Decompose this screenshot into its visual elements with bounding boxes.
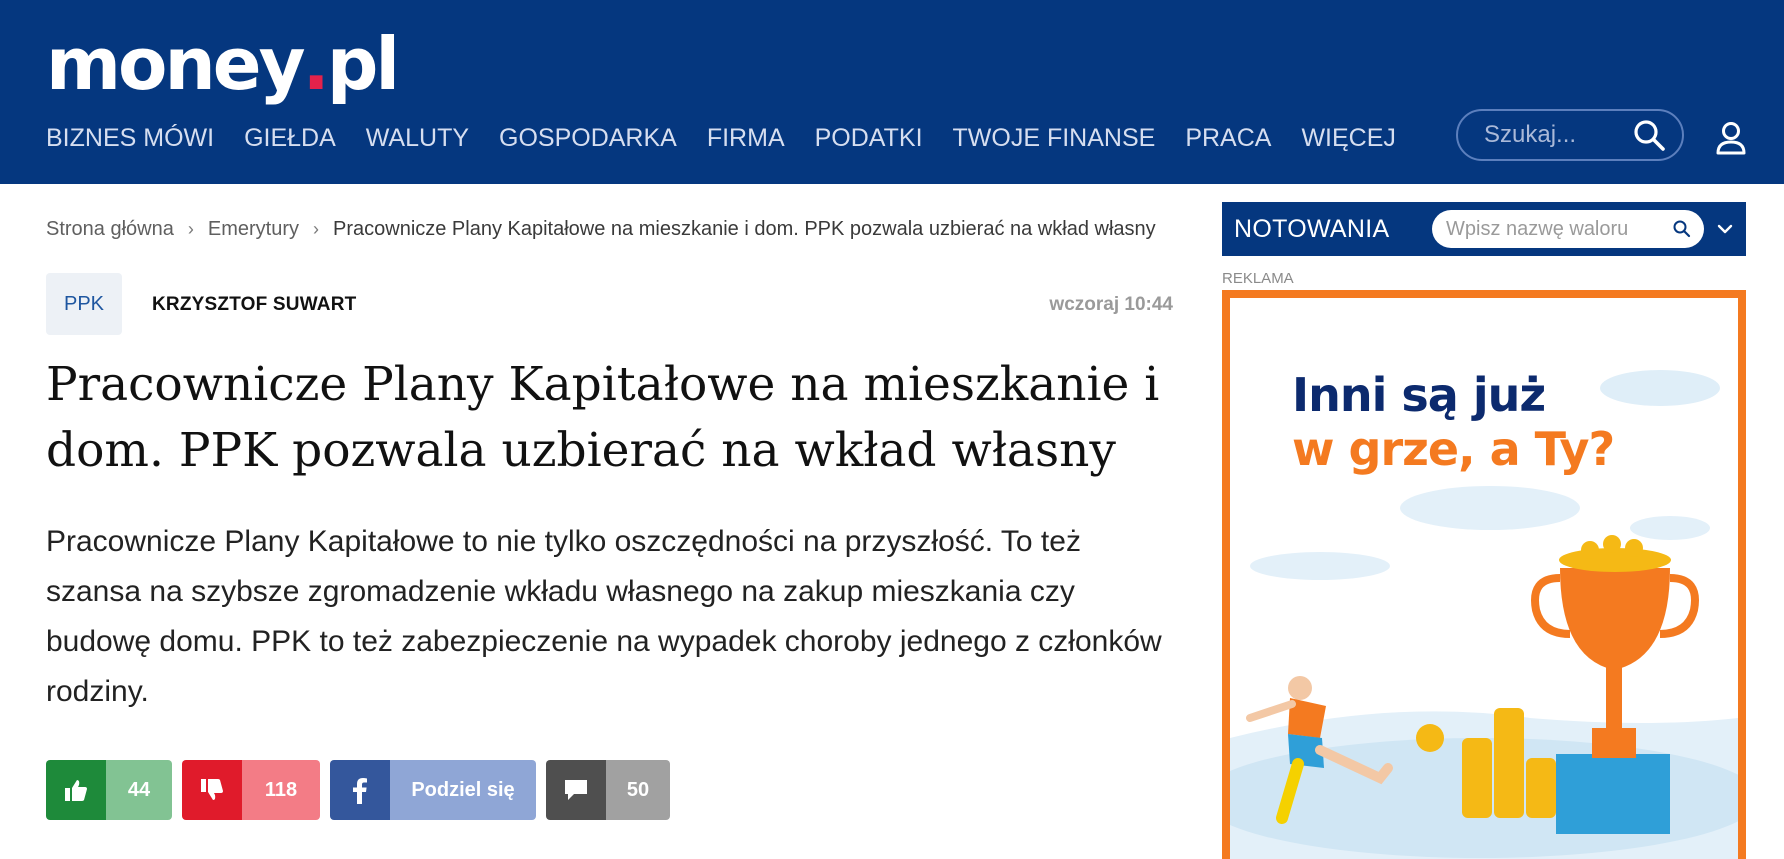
- article-tag[interactable]: PPK: [46, 273, 122, 335]
- nav-item-gielda[interactable]: GIEŁDA: [244, 124, 336, 153]
- share-label: Podziel się: [390, 760, 536, 820]
- search-placeholder: Szukaj...: [1484, 121, 1577, 148]
- quotes-search-input[interactable]: Wpisz nazwę waloru: [1432, 210, 1704, 248]
- user-icon[interactable]: [1715, 121, 1747, 155]
- quotes-title: NOTOWANIA: [1234, 214, 1390, 243]
- nav-item-gospodarka[interactable]: GOSPODARKA: [499, 124, 677, 153]
- search-icon[interactable]: [1632, 118, 1666, 152]
- share-button[interactable]: Podziel się: [330, 760, 536, 820]
- breadcrumb-section[interactable]: Emerytury: [208, 218, 299, 241]
- quotes-placeholder: Wpisz nazwę waloru: [1446, 217, 1629, 240]
- nav-item-podatki[interactable]: PODATKI: [815, 124, 923, 153]
- breadcrumb: Strona główna › Emerytury › Pracownicze …: [46, 218, 1166, 241]
- nav-item-praca[interactable]: PRACA: [1185, 124, 1271, 153]
- article-title: Pracownicze Plany Kapitałowe na mieszkan…: [46, 357, 1160, 478]
- nav-item-twoje-finanse[interactable]: TWOJE FINANSE: [953, 124, 1156, 153]
- article-date: wczoraj 10:44: [1049, 294, 1173, 315]
- article-author[interactable]: KRZYSZTOF SUWART: [152, 294, 356, 316]
- nav-item-firma[interactable]: FIRMA: [707, 124, 785, 153]
- logo-tld: pl: [326, 22, 400, 106]
- quotes-widget: NOTOWANIA Wpisz nazwę waloru: [1222, 202, 1746, 256]
- nav-item-wiecej[interactable]: WIĘCEJ: [1301, 124, 1395, 153]
- nav-item-waluty[interactable]: WALUTY: [366, 124, 469, 153]
- like-button[interactable]: 44: [46, 760, 172, 820]
- breadcrumb-home[interactable]: Strona główna: [46, 218, 174, 241]
- search-icon[interactable]: [1672, 219, 1692, 239]
- facebook-icon: [330, 760, 390, 820]
- thumbs-up-icon: [46, 760, 106, 820]
- article-actions: 44 118 Podziel się 50: [46, 760, 670, 820]
- logo-text: money: [46, 22, 306, 106]
- search-input[interactable]: Szukaj...: [1456, 109, 1684, 161]
- advertisement-banner[interactable]: Inni są już w grze, a Ty?: [1222, 290, 1746, 859]
- dislike-button[interactable]: 118: [182, 760, 320, 820]
- chevron-right-icon: ›: [187, 219, 194, 239]
- comment-count: 50: [606, 760, 670, 820]
- comments-button[interactable]: 50: [546, 760, 670, 820]
- main-nav: BIZNES MÓWI GIEŁDA WALUTY GOSPODARKA FIR…: [46, 124, 1426, 153]
- dislike-count: 118: [242, 760, 320, 820]
- logo-dot: .: [302, 22, 330, 106]
- ad-headline-line1: Inni są już: [1292, 368, 1546, 422]
- nav-item-biznes-mowi[interactable]: BIZNES MÓWI: [46, 124, 214, 153]
- ad-label: REKLAMA: [1222, 270, 1294, 287]
- breadcrumb-current: Pracownicze Plany Kapitałowe na mieszkan…: [333, 218, 1156, 240]
- chevron-down-icon[interactable]: [1716, 223, 1734, 235]
- chevron-right-icon: ›: [313, 219, 319, 239]
- thumbs-down-icon: [182, 760, 242, 820]
- site-logo[interactable]: money. pl: [46, 14, 400, 106]
- site-header: money. pl BIZNES MÓWI GIEŁDA WALUTY GOSPO…: [0, 0, 1784, 184]
- ad-headline-line2: w grze, a Ty?: [1292, 422, 1615, 476]
- like-count: 44: [106, 760, 172, 820]
- comment-icon: [546, 760, 606, 820]
- article-lead: Pracownicze Plany Kapitałowe to nie tylk…: [46, 525, 1162, 708]
